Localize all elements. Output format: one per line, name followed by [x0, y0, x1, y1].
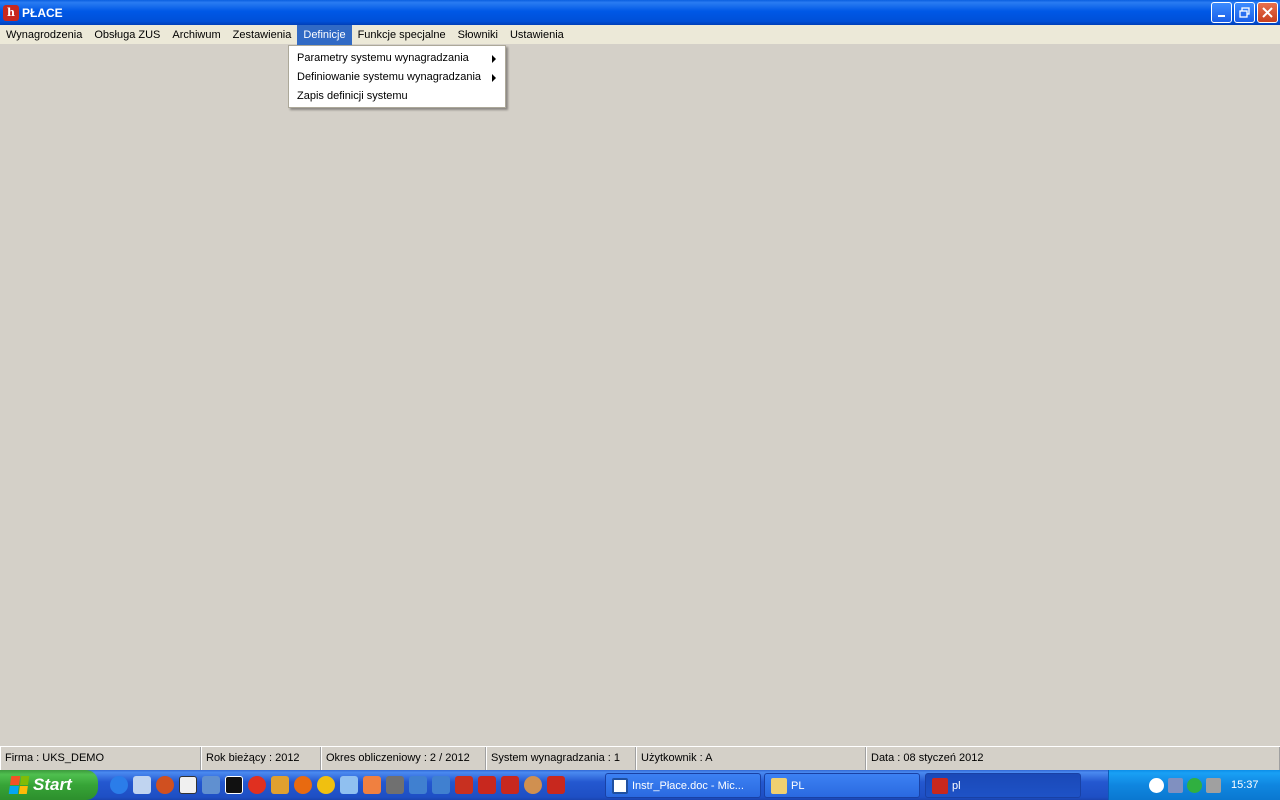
- window-controls: [1211, 2, 1278, 23]
- minimize-button[interactable]: [1211, 2, 1232, 23]
- system-tray: 15:37: [1108, 770, 1280, 800]
- task-label: Instr_Płace.doc - Mic...: [632, 779, 744, 792]
- app-logo-icon[interactable]: [478, 776, 496, 794]
- app-icon[interactable]: [156, 776, 174, 794]
- app-logo-icon: h: [3, 4, 19, 21]
- start-label: Start: [33, 775, 72, 794]
- chevron-left-icon[interactable]: [1149, 777, 1164, 793]
- app-icon[interactable]: [432, 776, 450, 794]
- status-rok: Rok bieżący : 2012: [201, 747, 321, 770]
- close-icon: [1262, 7, 1273, 18]
- app-logo-icon: [932, 777, 948, 794]
- network-icon[interactable]: [133, 776, 151, 794]
- status-firma: Firma : UKS_DEMO: [0, 747, 201, 770]
- display-icon[interactable]: [1206, 777, 1221, 793]
- status-okres: Okres obliczeniowy : 2 / 2012: [321, 747, 486, 770]
- opera-icon[interactable]: [248, 776, 266, 794]
- status-icon[interactable]: [1187, 777, 1202, 793]
- internet-explorer-icon[interactable]: [110, 776, 128, 794]
- task-button-word[interactable]: Instr_Płace.doc - Mic...: [605, 773, 761, 798]
- tool-icon[interactable]: [340, 776, 358, 794]
- status-data: Data : 08 styczeń 2012: [866, 747, 1280, 770]
- app-icon[interactable]: [363, 776, 381, 794]
- app-icon[interactable]: [455, 776, 473, 794]
- menu-obsluga-zus[interactable]: Obsługa ZUS: [88, 25, 166, 45]
- menu-zestawienia[interactable]: Zestawienia: [227, 25, 298, 45]
- close-button[interactable]: [1257, 2, 1278, 23]
- title-bar[interactable]: h PŁACE: [0, 0, 1280, 25]
- tool-icon[interactable]: [386, 776, 404, 794]
- tool-icon[interactable]: [271, 776, 289, 794]
- app-icon[interactable]: [409, 776, 427, 794]
- windows-logo-icon: [8, 776, 30, 794]
- restore-button[interactable]: [1234, 2, 1255, 23]
- menu-bar: Wynagrodzenia Obsługa ZUS Archiwum Zesta…: [0, 24, 1280, 45]
- folder-icon: [771, 777, 787, 794]
- task-button-place[interactable]: pl: [925, 773, 1081, 798]
- start-button[interactable]: Start: [0, 770, 98, 800]
- calculator-icon[interactable]: [179, 776, 197, 794]
- app-icon[interactable]: [524, 776, 542, 794]
- printer-icon[interactable]: [202, 776, 220, 794]
- menu-ustawienia[interactable]: Ustawienia: [504, 25, 570, 45]
- task-label: pl: [952, 779, 961, 792]
- minimize-icon: [1217, 14, 1225, 17]
- task-label: PL: [791, 779, 805, 792]
- firefox-icon[interactable]: [294, 776, 312, 794]
- clock[interactable]: 15:37: [1231, 779, 1259, 791]
- quick-launch: [110, 770, 565, 800]
- task-button-folder[interactable]: PL: [764, 773, 920, 798]
- app-logo-icon[interactable]: [547, 776, 565, 794]
- network-icon[interactable]: [1168, 777, 1183, 793]
- menu-archiwum[interactable]: Archiwum: [166, 25, 226, 45]
- terminal-icon[interactable]: [225, 776, 243, 794]
- app-logo-icon[interactable]: [501, 776, 519, 794]
- status-uzytkownik: Użytkownik : A: [636, 747, 866, 770]
- window-title: PŁACE: [22, 5, 63, 20]
- taskbar: Start Instr_Płace.doc - Mic... PL pl PL: [0, 770, 1280, 800]
- menu-wynagrodzenia[interactable]: Wynagrodzenia: [0, 25, 88, 45]
- word-icon: [612, 777, 628, 794]
- status-bar: Firma : UKS_DEMO Rok bieżący : 2012 Okre…: [0, 746, 1280, 770]
- menu-definicje[interactable]: Definicje: [297, 24, 352, 45]
- media-player-icon[interactable]: [317, 776, 335, 794]
- menu-slowniki[interactable]: Słowniki: [452, 25, 504, 45]
- menu-funkcje-specjalne[interactable]: Funkcje specjalne: [352, 25, 452, 45]
- status-system: System wynagradzania : 1: [486, 747, 636, 770]
- main-workspace: [0, 46, 1280, 746]
- restore-icon: [1239, 7, 1250, 18]
